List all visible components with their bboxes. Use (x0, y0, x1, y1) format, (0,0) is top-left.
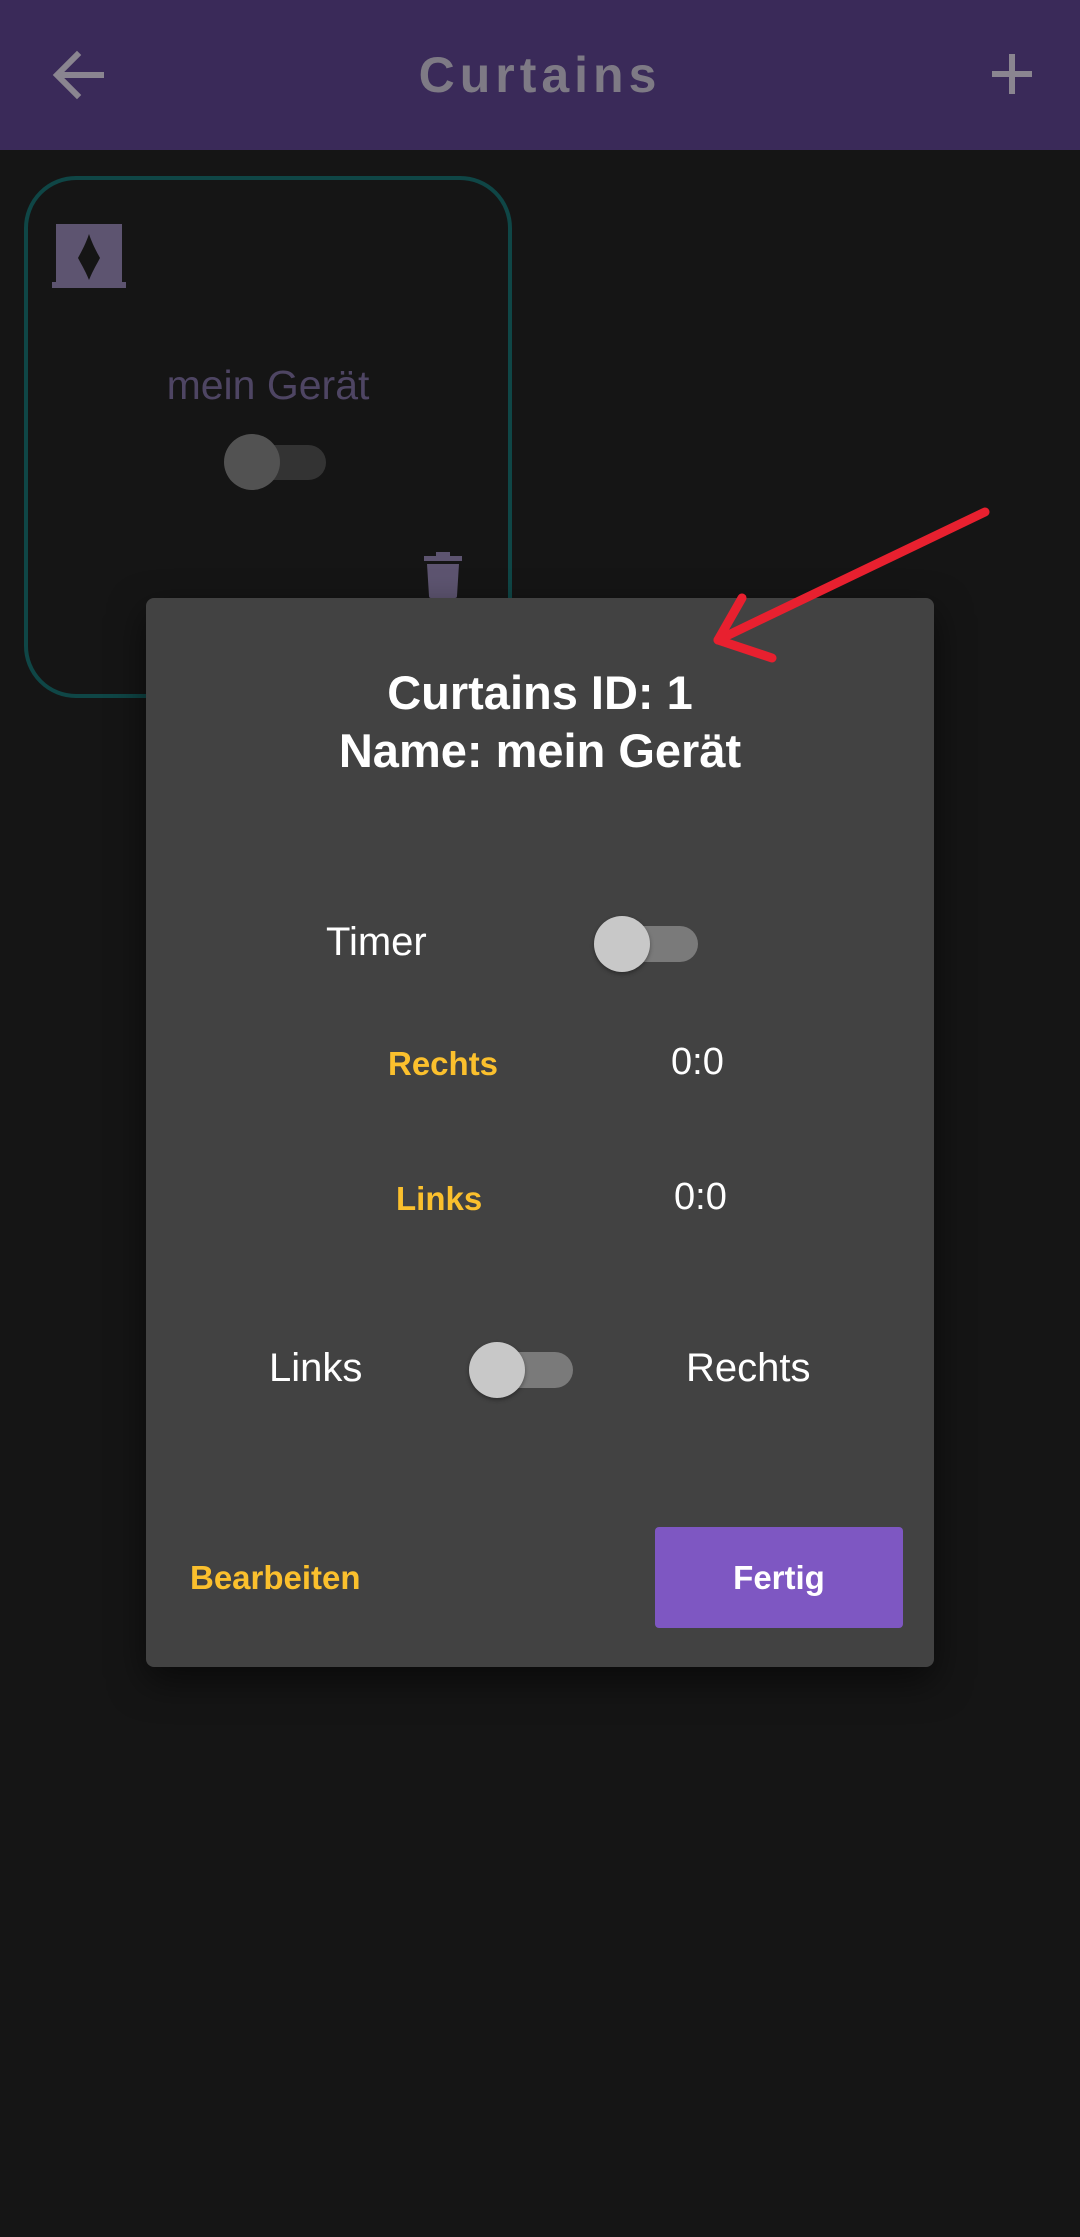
dialog-title: Curtains ID: 1 Name: mein Gerät (146, 664, 934, 780)
add-button[interactable] (972, 34, 1052, 114)
device-toggle[interactable] (224, 432, 328, 490)
links-time-value: 0:0 (674, 1176, 727, 1218)
rechts-time-label[interactable]: Rechts (388, 1042, 498, 1086)
timer-label: Timer (326, 920, 427, 964)
timer-switch[interactable] (594, 914, 698, 974)
arrow-left-icon (52, 50, 104, 100)
direction-right-label: Rechts (686, 1346, 811, 1390)
dialog-title-name: Name: mein Gerät (338, 724, 742, 777)
direction-switch-thumb (469, 1342, 525, 1398)
edit-button[interactable]: Bearbeiten (190, 1550, 390, 1606)
timer-switch-thumb (594, 916, 650, 972)
annotation-arrow-icon (713, 507, 990, 663)
device-toggle-thumb (224, 434, 280, 490)
done-button[interactable]: Fertig (655, 1527, 903, 1628)
app-bar: Curtains (0, 0, 1080, 150)
curtain-icon (52, 224, 126, 288)
direction-left-label: Links (269, 1346, 363, 1390)
plus-icon (992, 54, 1032, 94)
direction-switch[interactable] (469, 1340, 573, 1400)
screen: Curtains mein Gerät Curtains ID: 1 Name: (0, 0, 1080, 2237)
rechts-time-value: 0:0 (671, 1041, 724, 1083)
device-dialog: Curtains ID: 1 Name: mein Gerät Timer Re… (146, 598, 934, 1667)
links-time-label[interactable]: Links (396, 1177, 482, 1221)
device-name: mein Gerät (166, 362, 370, 408)
trash-icon[interactable] (424, 552, 462, 598)
back-button[interactable] (38, 38, 118, 112)
page-title: Curtains (418, 47, 662, 103)
